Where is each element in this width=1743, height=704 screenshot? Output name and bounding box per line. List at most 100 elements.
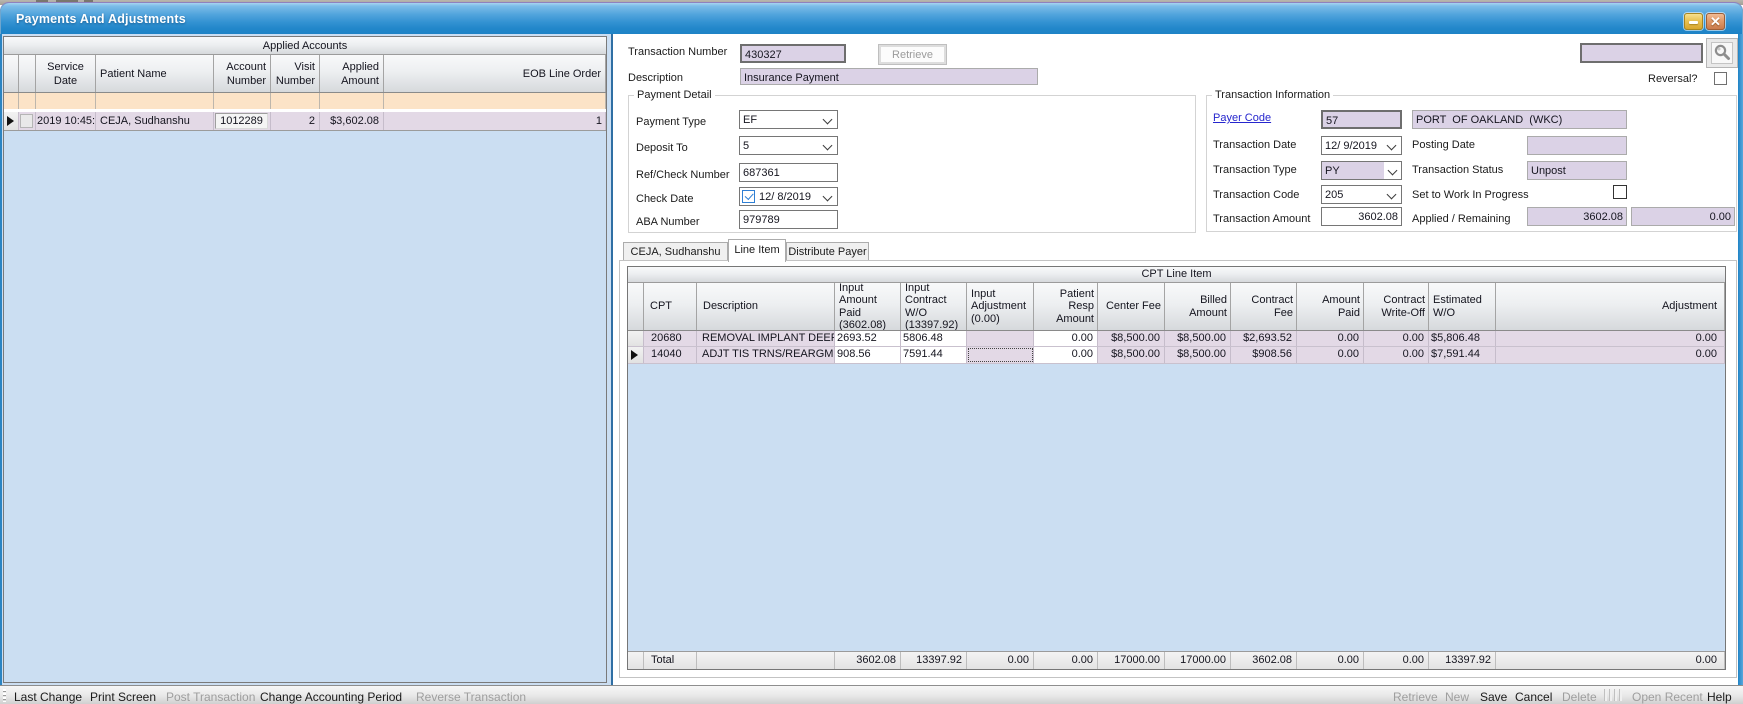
aba-number-input[interactable]: 979789 xyxy=(739,210,838,229)
center-fee-cell[interactable]: $8,500.00 xyxy=(1098,331,1165,346)
billed-amount-column-header[interactable]: Billed Amount xyxy=(1165,283,1231,330)
new-button[interactable]: New xyxy=(1445,690,1469,704)
filter-cell[interactable] xyxy=(36,93,96,109)
service-date-cell[interactable]: 2019 10:45:0 xyxy=(36,112,96,130)
transaction-code-combo[interactable]: 205 xyxy=(1321,185,1402,204)
chevron-down-icon[interactable] xyxy=(1388,166,1398,176)
payer-code-link[interactable]: Payer Code xyxy=(1213,112,1271,125)
account-number-column-header[interactable]: Account Number xyxy=(214,55,271,92)
tab-patient[interactable]: CEJA, Sudhanshu xyxy=(623,242,728,261)
contract-write-off-cell[interactable]: 0.00 xyxy=(1364,331,1429,346)
tab-distribute-payer[interactable]: Distribute Payer xyxy=(786,242,869,261)
reverse-transaction-button[interactable]: Reverse Transaction xyxy=(416,690,526,704)
estimated-wo-cell[interactable]: $7,591.44 xyxy=(1429,347,1496,363)
cpt-column-header[interactable]: CPT xyxy=(644,283,697,330)
check-date-checkbox[interactable] xyxy=(742,190,755,203)
adjustment-cell[interactable]: 0.00 xyxy=(1496,347,1725,363)
filter-cell[interactable] xyxy=(384,93,606,109)
input-contract-wo-cell[interactable]: 7591.44 xyxy=(901,347,967,363)
input-adjustment-column-header[interactable]: Input Adjustment (0.00) xyxy=(967,283,1034,330)
input-amount-paid-cell[interactable]: 2693.52 xyxy=(835,331,901,346)
contract-write-off-cell[interactable]: 0.00 xyxy=(1364,347,1429,363)
save-button[interactable]: Save xyxy=(1480,690,1507,704)
chevron-down-icon[interactable] xyxy=(823,192,833,202)
description-input[interactable]: Insurance Payment xyxy=(740,68,1038,85)
description-cell[interactable]: REMOVAL IMPLANT DEEP xyxy=(697,331,835,346)
set-wip-checkbox[interactable] xyxy=(1613,185,1627,199)
cancel-button[interactable]: Cancel xyxy=(1515,690,1552,704)
transaction-type-combo[interactable]: PY xyxy=(1321,161,1402,180)
minimize-button[interactable] xyxy=(1684,13,1703,30)
change-accounting-period-button[interactable]: Change Accounting Period xyxy=(260,690,402,704)
payment-type-combo[interactable]: EF xyxy=(739,110,838,129)
filter-cell[interactable] xyxy=(271,93,320,109)
open-recent-button[interactable]: Open Recent xyxy=(1632,690,1703,704)
description-column-header[interactable]: Description xyxy=(697,283,835,330)
input-amount-paid-cell[interactable]: 908.56 xyxy=(835,347,901,363)
eob-line-order-column-header[interactable]: EOB Line Order xyxy=(384,55,606,92)
ref-check-number-input[interactable]: 687361 xyxy=(739,163,838,182)
cpt-row[interactable]: 20680 REMOVAL IMPLANT DEEP 2693.52 5806.… xyxy=(628,331,1725,347)
description-cell[interactable]: ADJT TIS TRNS/REARGM xyxy=(697,347,835,363)
transaction-date-picker[interactable]: 12/ 9/2019 xyxy=(1321,136,1402,155)
contract-fee-column-header[interactable]: Contract Fee xyxy=(1231,283,1297,330)
chevron-down-icon[interactable] xyxy=(823,141,833,151)
input-amount-paid-column-header[interactable]: Input Amount Paid (3602.08) xyxy=(835,283,901,330)
input-contract-wo-column-header[interactable]: Input Contract W/O (13397.92) xyxy=(901,283,967,330)
chevron-down-icon[interactable] xyxy=(1387,141,1397,151)
patient-resp-amount-cell[interactable]: 0.00 xyxy=(1034,331,1098,346)
delete-button[interactable]: Delete xyxy=(1562,690,1597,704)
check-date-picker[interactable]: 12/ 8/2019 xyxy=(739,187,838,206)
filter-cell[interactable] xyxy=(4,93,19,109)
contract-fee-cell[interactable]: $2,693.52 xyxy=(1231,331,1297,346)
payer-code-input[interactable]: 57 xyxy=(1321,110,1402,129)
amount-paid-cell[interactable]: 0.00 xyxy=(1297,347,1364,363)
row-button-cell[interactable] xyxy=(19,112,36,130)
patient-name-cell[interactable]: CEJA, Sudhanshu xyxy=(96,112,214,130)
applied-amount-column-header[interactable]: Applied Amount xyxy=(320,55,384,92)
chevron-down-icon[interactable] xyxy=(1387,190,1397,200)
combo-button[interactable] xyxy=(1384,162,1401,179)
billed-amount-cell[interactable]: $8,500.00 xyxy=(1165,331,1231,346)
patient-name-column-header[interactable]: Patient Name xyxy=(96,55,214,92)
estimated-wo-column-header[interactable]: Estimated W/O xyxy=(1429,283,1496,330)
visit-number-cell[interactable]: 2 xyxy=(271,112,320,130)
filter-cell[interactable] xyxy=(320,93,384,109)
amount-paid-cell[interactable]: 0.00 xyxy=(1297,331,1364,346)
row-button[interactable] xyxy=(20,114,33,128)
adjustment-column-header[interactable]: Adjustment xyxy=(1496,283,1725,330)
center-fee-column-header[interactable]: Center Fee xyxy=(1098,283,1165,330)
last-change-button[interactable]: Last Change xyxy=(14,690,82,704)
retrieve-menu-button[interactable]: Retrieve xyxy=(1393,690,1438,704)
retrieve-button[interactable]: Retrieve xyxy=(878,44,947,65)
eob-line-order-cell[interactable]: 1 xyxy=(384,112,606,130)
billed-amount-cell[interactable]: $8,500.00 xyxy=(1165,347,1231,363)
transaction-amount-input[interactable]: 3602.08 xyxy=(1321,207,1402,226)
tab-line-item[interactable]: Line Item xyxy=(728,239,786,262)
applied-account-row[interactable]: 2019 10:45:0 CEJA, Sudhanshu 1012289 2 $… xyxy=(4,112,606,131)
filter-cell[interactable] xyxy=(19,93,36,109)
patient-resp-amount-cell[interactable]: 0.00 xyxy=(1034,347,1098,363)
cpt-row[interactable]: 14040 ADJT TIS TRNS/REARGM 908.56 7591.4… xyxy=(628,347,1725,364)
cpt-cell[interactable]: 14040 xyxy=(644,347,697,363)
print-screen-button[interactable]: Print Screen xyxy=(90,690,156,704)
reversal-checkbox[interactable] xyxy=(1714,72,1727,85)
close-button[interactable]: ✕ xyxy=(1706,13,1725,30)
adjustment-cell[interactable]: 0.00 xyxy=(1496,331,1725,346)
filter-cell[interactable] xyxy=(214,93,271,109)
search-button[interactable] xyxy=(1706,38,1738,68)
contract-write-off-column-header[interactable]: Contract Write-Off xyxy=(1364,283,1429,330)
help-button[interactable]: Help xyxy=(1707,690,1732,704)
account-number-box[interactable]: 1012289 xyxy=(215,113,268,129)
post-transaction-button[interactable]: Post Transaction xyxy=(166,690,255,704)
transaction-number-input[interactable]: 430327 xyxy=(740,44,846,63)
amount-paid-column-header[interactable]: Amount Paid xyxy=(1297,283,1364,330)
search-input[interactable] xyxy=(1580,43,1703,63)
visit-number-column-header[interactable]: Visit Number xyxy=(271,55,320,92)
input-adjustment-cell[interactable] xyxy=(967,331,1034,346)
service-date-column-header[interactable]: Service Date xyxy=(36,55,96,92)
input-contract-wo-cell[interactable]: 5806.48 xyxy=(901,331,967,346)
chevron-down-icon[interactable] xyxy=(823,115,833,125)
center-fee-cell[interactable]: $8,500.00 xyxy=(1098,347,1165,363)
cpt-cell[interactable]: 20680 xyxy=(644,331,697,346)
